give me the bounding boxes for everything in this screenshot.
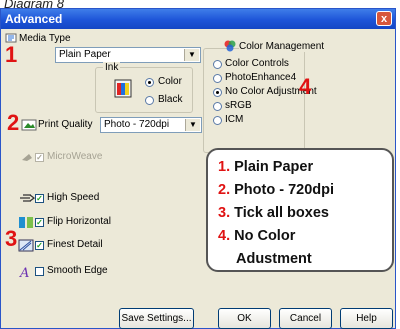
finest-detail-label: Finest Detail — [47, 239, 103, 250]
chevron-down-icon[interactable]: ▼ — [185, 119, 200, 131]
media-type-value: Plain Paper — [59, 49, 111, 60]
instructions-callout: 1. Plain Paper 2. Photo - 720dpi 3. Tick… — [206, 148, 394, 272]
callout-item: 2. Photo - 720dpi — [218, 182, 335, 198]
ink-group — [95, 67, 193, 113]
media-type-select[interactable]: Plain Paper ▼ — [55, 47, 201, 63]
print-quality-label: Print Quality — [38, 119, 93, 130]
close-button[interactable]: x — [376, 11, 392, 26]
flip-horizontal-icon — [19, 217, 33, 228]
cancel-button[interactable]: Cancel — [279, 308, 332, 329]
save-settings-button[interactable]: Save Settings... — [119, 308, 194, 329]
microweave-checkbox: ✓ — [35, 153, 44, 162]
step-marker-3: 3 — [5, 226, 18, 251]
finest-detail-checkbox[interactable]: ✓ — [35, 241, 44, 250]
media-type-label: Media Type — [19, 33, 71, 44]
callout-item: 1. Plain Paper — [218, 159, 314, 175]
smooth-edge-checkbox[interactable] — [35, 267, 44, 276]
no-color-adjustment-radio[interactable] — [213, 88, 222, 97]
flip-horizontal-label: Flip Horizontal — [47, 216, 111, 227]
ink-label: Ink — [103, 62, 121, 73]
ink-color-label: Color — [158, 76, 182, 87]
svg-text:A: A — [19, 266, 29, 279]
finest-detail-icon — [18, 239, 34, 252]
print-quality-icon — [21, 119, 37, 131]
title-bar: Advanced x — [1, 9, 395, 29]
color-management-icon — [224, 40, 236, 52]
smooth-edge-icon: A — [19, 266, 29, 279]
advanced-dialog: Advanced x Media Type Plain Paper ▼ Ink … — [0, 8, 396, 329]
print-quality-value: Photo - 720dpi — [104, 119, 170, 130]
microweave-label: MicroWeave — [47, 151, 103, 162]
ink-black-radio[interactable] — [145, 96, 154, 105]
ok-button[interactable]: OK — [218, 308, 271, 329]
ink-cartridge-icon — [114, 79, 132, 98]
color-management-label: Color Management — [239, 41, 327, 52]
print-quality-select[interactable]: Photo - 720dpi ▼ — [100, 117, 202, 133]
callout-item: 4. No Color — [218, 228, 296, 244]
color-controls-radio[interactable] — [213, 60, 222, 69]
chevron-down-icon[interactable]: ▼ — [184, 49, 199, 61]
help-button[interactable]: Help — [340, 308, 393, 329]
step-marker-4: 4 — [299, 74, 312, 99]
ink-color-radio[interactable] — [145, 78, 154, 87]
smooth-edge-label: Smooth Edge — [47, 265, 108, 276]
callout-item: 3. Tick all boxes — [218, 205, 329, 221]
step-marker-1: 1 — [5, 42, 18, 67]
high-speed-label: High Speed — [47, 192, 100, 203]
icm-radio[interactable] — [213, 116, 222, 125]
ink-black-label: Black — [158, 94, 183, 105]
flip-horizontal-checkbox[interactable]: ✓ — [35, 218, 44, 227]
icm-label: ICM — [225, 114, 244, 125]
photoenhance4-label: PhotoEnhance4 — [225, 72, 297, 83]
step-marker-2: 2 — [7, 110, 20, 135]
microweave-icon — [22, 154, 32, 161]
srgb-label: sRGB — [225, 100, 252, 111]
callout-item-continuation: Adustment — [236, 251, 312, 267]
photoenhance4-radio[interactable] — [213, 74, 222, 83]
window-title: Advanced — [5, 12, 63, 26]
srgb-radio[interactable] — [213, 102, 222, 111]
high-speed-checkbox[interactable]: ✓ — [35, 194, 44, 203]
color-controls-label: Color Controls — [225, 58, 289, 69]
high-speed-icon — [20, 194, 35, 202]
